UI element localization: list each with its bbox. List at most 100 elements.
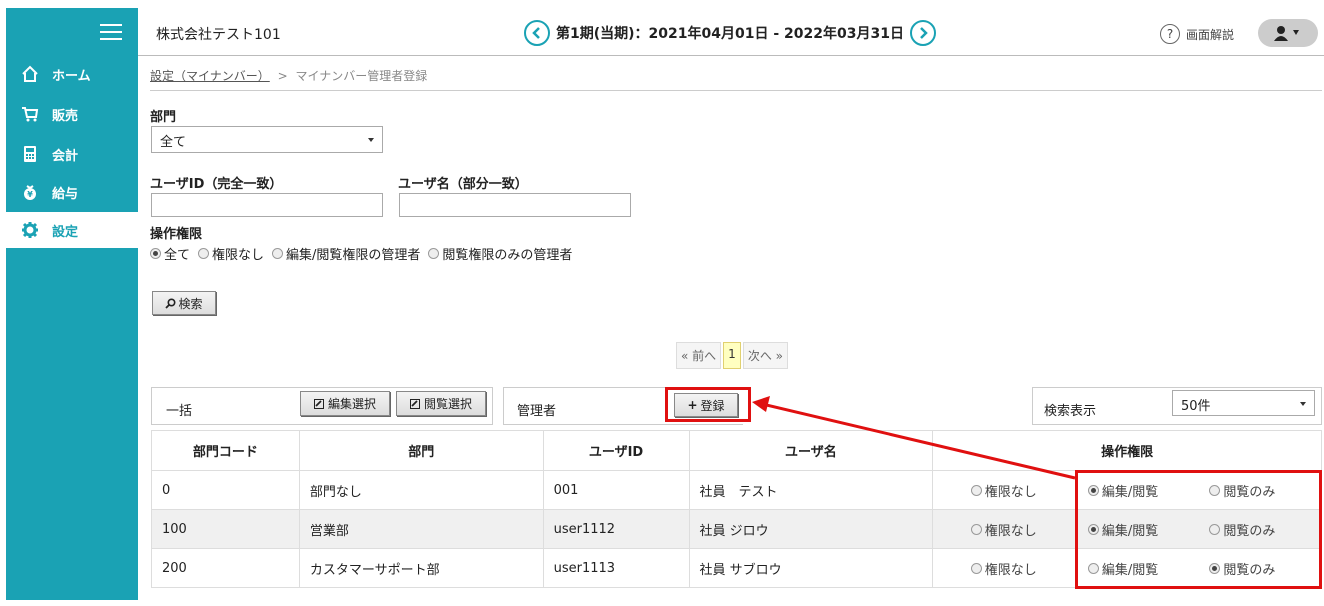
- radio-unchecked-icon: [272, 248, 284, 259]
- radio-label: 閲覧権限のみの管理者: [442, 248, 573, 263]
- permission-radio[interactable]: 編集/閲覧: [1087, 559, 1158, 578]
- search-icon: [165, 297, 176, 309]
- search-button[interactable]: 検索: [152, 291, 216, 315]
- dept-cell: 営業部: [298, 509, 544, 549]
- permission-radio-none[interactable]: 権限なし: [198, 244, 264, 263]
- header-dept-code: 部門コード: [151, 430, 300, 471]
- breadcrumb: 設定（マイナンバー） > マイナンバー管理者登録: [150, 67, 427, 84]
- radio-label: 全て: [164, 248, 191, 263]
- username-cell: 社員 ジロウ: [688, 509, 934, 549]
- edit-icon: [409, 398, 420, 409]
- edit-select-label: 編集選択: [327, 397, 376, 411]
- register-button[interactable]: + 登録: [674, 393, 738, 417]
- permission-radio-view[interactable]: 閲覧権限のみの管理者: [428, 244, 572, 263]
- plus-icon: +: [687, 398, 698, 412]
- sidebar-item-settings[interactable]: 設定: [6, 212, 138, 248]
- department-label: 部門: [150, 110, 177, 125]
- permission-radio[interactable]: 編集/閲覧: [1087, 520, 1158, 539]
- question-icon: ?: [1160, 24, 1180, 44]
- permission-radio-all[interactable]: 全て: [150, 244, 190, 263]
- permission-radio[interactable]: 権限なし: [970, 520, 1037, 539]
- userid-cell: user1113: [542, 548, 690, 588]
- pager-next[interactable]: 次へ »: [742, 342, 788, 369]
- gear-icon: [20, 220, 40, 240]
- header-dept: 部門: [298, 430, 544, 471]
- sidebar-item-label: 会計: [52, 148, 79, 164]
- view-select-label: 閲覧選択: [423, 397, 472, 411]
- chevron-left-icon: [532, 27, 540, 39]
- username-cell: 社員 テスト: [688, 470, 934, 510]
- caret-down-icon: [368, 138, 374, 142]
- radio-unchecked-icon: [970, 484, 982, 496]
- register-button-label: 登録: [700, 398, 725, 413]
- radio-unchecked-icon: [970, 562, 982, 574]
- table-header-row: 部門コード 部門 ユーザID ユーザ名 操作権限: [151, 430, 1322, 471]
- radio-label: 編集/閲覧: [1101, 484, 1159, 500]
- display-label: 検索表示: [1044, 404, 1097, 419]
- userid-input[interactable]: [151, 193, 383, 217]
- prev-period-button[interactable]: [524, 20, 550, 46]
- radio-unchecked-icon: [970, 523, 982, 535]
- userid-label: ユーザID（完全一致）: [150, 177, 283, 192]
- userid-cell: user1112: [542, 509, 690, 549]
- radio-label: 権限なし: [984, 484, 1037, 500]
- top-header: 株式会社テスト101 第1期(当期)：2021年04月01日 - 2022年03…: [138, 8, 1324, 56]
- permission-cell: 権限なし 編集/閲覧 閲覧のみ: [932, 548, 1322, 588]
- menu-toggle-icon[interactable]: [100, 24, 122, 40]
- sidebar-item-label: 販売: [52, 108, 79, 124]
- search-button-label: 検索: [178, 296, 203, 311]
- sidebar-item-sales[interactable]: 販売: [6, 96, 138, 132]
- radio-label: 権限なし: [984, 523, 1037, 539]
- sidebar-item-home[interactable]: ホーム: [6, 56, 138, 92]
- calculator-icon: [20, 144, 40, 164]
- permission-radio[interactable]: 閲覧のみ: [1209, 481, 1275, 500]
- permission-cell: 権限なし 編集/閲覧 閲覧のみ: [932, 509, 1322, 549]
- company-name: 株式会社テスト101: [156, 27, 281, 43]
- table-row: 200 カスタマーサポート部 user1113 社員 サブロウ 権限なし 編集/閲覧 閲覧の…: [151, 548, 1322, 588]
- permission-radio[interactable]: 権限なし: [970, 481, 1037, 500]
- display-count-select[interactable]: 50件: [1172, 390, 1315, 416]
- dept-code-cell: 200: [151, 548, 300, 588]
- admin-label: 管理者: [517, 404, 557, 419]
- username-cell: 社員 サブロウ: [688, 548, 934, 588]
- radio-label: 閲覧のみ: [1223, 562, 1276, 578]
- userid-cell: 001: [542, 470, 690, 510]
- next-period-button[interactable]: [909, 20, 936, 46]
- pager-prev[interactable]: « 前へ: [676, 342, 722, 369]
- user-icon: [1274, 26, 1299, 41]
- permission-radio-group: 権限なし 編集/閲覧 閲覧のみ: [933, 559, 1321, 578]
- username-input[interactable]: [399, 193, 631, 217]
- permission-radio[interactable]: 閲覧のみ: [1209, 559, 1275, 578]
- help-label: 画面解説: [1186, 27, 1235, 42]
- radio-unchecked-icon: [1087, 562, 1099, 574]
- chevron-right-icon: [920, 27, 928, 39]
- pager-page-1[interactable]: 1: [723, 342, 741, 369]
- header-userid: ユーザID: [542, 430, 690, 471]
- radio-label: 編集/閲覧権限の管理者: [286, 248, 421, 263]
- display-count-value: 50件: [1181, 399, 1211, 414]
- permission-radio[interactable]: 編集/閲覧: [1087, 481, 1159, 500]
- permission-radio[interactable]: 権限なし: [970, 559, 1037, 578]
- sidebar-item-label: 給与: [52, 186, 79, 202]
- home-icon: [20, 64, 40, 84]
- permission-radio-group: 権限なし 編集/閲覧 閲覧のみ: [933, 481, 1321, 500]
- radio-label: 権限なし: [984, 562, 1037, 578]
- username-label: ユーザ名（部分一致）: [398, 177, 528, 192]
- divider: [150, 90, 1322, 91]
- sidebar-item-accounting[interactable]: 会計: [6, 136, 138, 172]
- user-menu-button[interactable]: [1258, 19, 1318, 47]
- sidebar-item-label: ホーム: [52, 68, 91, 84]
- cart-icon: [20, 104, 40, 124]
- view-select-button[interactable]: 閲覧選択: [396, 391, 486, 416]
- department-select[interactable]: 全て: [151, 126, 383, 153]
- radio-unchecked-icon: [1209, 484, 1221, 496]
- permission-label: 操作権限: [150, 227, 203, 242]
- permission-radio[interactable]: 閲覧のみ: [1209, 520, 1275, 539]
- breadcrumb-parent-link[interactable]: 設定（マイナンバー）: [150, 69, 270, 83]
- table-row: 100 営業部 user1112 社員 ジロウ 権限なし 編集/閲覧 閲覧のみ: [151, 509, 1322, 549]
- edit-select-button[interactable]: 編集選択: [300, 391, 390, 416]
- sidebar-item-payroll[interactable]: ¥ 給与: [6, 174, 138, 210]
- radio-checked-icon: [1087, 484, 1099, 496]
- help-link[interactable]: ? 画面解説: [1160, 24, 1234, 44]
- permission-radio-edit[interactable]: 編集/閲覧権限の管理者: [272, 244, 420, 263]
